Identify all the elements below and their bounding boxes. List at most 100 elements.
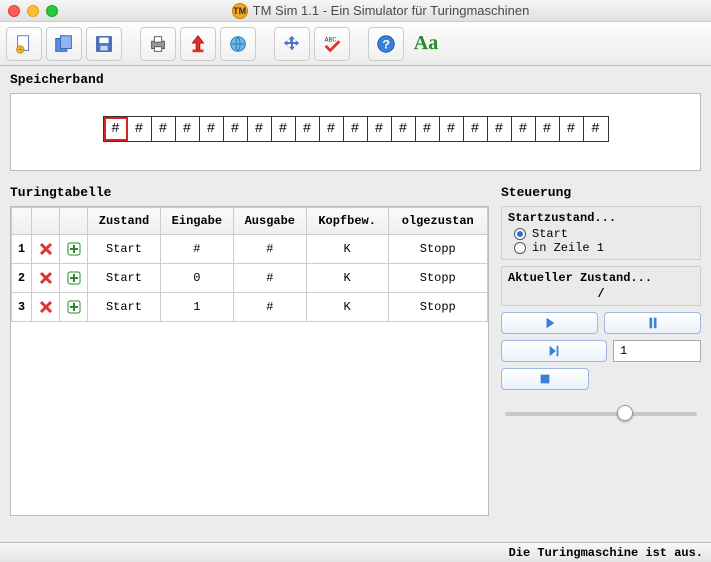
- table-row: 1Start##KStopp: [12, 235, 488, 264]
- tape-cell[interactable]: #: [512, 117, 536, 141]
- window-controls: [8, 5, 58, 17]
- tape-cell[interactable]: #: [536, 117, 560, 141]
- tape-cell[interactable]: #: [272, 117, 296, 141]
- cell-kopfbew[interactable]: K: [306, 235, 388, 264]
- table-row: 3 Start1#KStopp: [12, 293, 488, 322]
- move-button[interactable]: [274, 27, 310, 61]
- check-button[interactable]: ABC: [314, 27, 350, 61]
- help-button[interactable]: ?: [368, 27, 404, 61]
- tape-cell[interactable]: #: [128, 117, 152, 141]
- radio-start-label: Start: [532, 227, 568, 241]
- add-row-button[interactable]: [60, 293, 88, 322]
- radio-start[interactable]: Start: [514, 227, 694, 241]
- pdf-button[interactable]: [180, 27, 216, 61]
- control-section-title: Steuerung: [501, 185, 701, 200]
- cell-zustand[interactable]: Start: [88, 235, 161, 264]
- row-number: 2: [12, 264, 32, 293]
- delete-row-button[interactable]: [32, 235, 60, 264]
- cell-folgezustand[interactable]: Stopp: [388, 293, 487, 322]
- radio-line1-label: in Zeile 1: [532, 241, 604, 255]
- print-button[interactable]: [140, 27, 176, 61]
- turing-table-panel: ZustandEingabeAusgabeKopfbew.olgezustan …: [10, 206, 489, 516]
- svg-text:?: ?: [382, 37, 390, 52]
- row-number: 3: [12, 293, 32, 322]
- zoom-icon[interactable]: [46, 5, 58, 17]
- font-icon: Aa: [414, 32, 438, 55]
- radio-icon: [514, 228, 526, 240]
- tape-cell[interactable]: #: [248, 117, 272, 141]
- step-count-input[interactable]: [613, 340, 701, 362]
- tape-cell[interactable]: #: [320, 117, 344, 141]
- row-number: 1: [12, 235, 32, 264]
- current-state-value: /: [508, 287, 694, 301]
- table-header: Kopfbew.: [306, 208, 388, 235]
- tape-cell[interactable]: #: [104, 117, 128, 141]
- tape-section-title: Speicherband: [10, 72, 701, 87]
- step-button[interactable]: [501, 340, 607, 362]
- tape[interactable]: #####################: [103, 116, 609, 142]
- tape-cell[interactable]: #: [224, 117, 248, 141]
- delete-row-button[interactable]: [32, 293, 60, 322]
- tape-cell[interactable]: #: [296, 117, 320, 141]
- tape-cell[interactable]: #: [488, 117, 512, 141]
- save-button[interactable]: [86, 27, 122, 61]
- svg-text:ABC: ABC: [325, 36, 337, 43]
- current-state-group: Aktueller Zustand... /: [501, 266, 701, 306]
- window-title-text: TM Sim 1.1 - Ein Simulator für Turingmas…: [253, 3, 530, 18]
- cell-folgezustand[interactable]: Stopp: [388, 235, 487, 264]
- tape-panel: #####################: [10, 93, 701, 171]
- table-header: Eingabe: [160, 208, 233, 235]
- table-header: [12, 208, 32, 235]
- cell-zustand[interactable]: Start: [88, 264, 161, 293]
- add-row-button[interactable]: [60, 264, 88, 293]
- slider-track: [505, 412, 697, 416]
- cell-folgezustand[interactable]: Stopp: [388, 264, 487, 293]
- table-header: Zustand: [88, 208, 161, 235]
- cell-eingabe[interactable]: 0: [160, 264, 233, 293]
- stop-button[interactable]: [501, 368, 589, 390]
- cell-eingabe[interactable]: #: [160, 235, 233, 264]
- play-button[interactable]: [501, 312, 598, 334]
- cell-kopfbew[interactable]: K: [306, 264, 388, 293]
- minimize-icon[interactable]: [27, 5, 39, 17]
- speed-slider[interactable]: [501, 402, 701, 426]
- slider-thumb[interactable]: [617, 405, 633, 421]
- cell-kopfbew[interactable]: K: [306, 293, 388, 322]
- tape-cell[interactable]: #: [176, 117, 200, 141]
- cell-ausgabe[interactable]: #: [233, 293, 306, 322]
- tape-cell[interactable]: #: [368, 117, 392, 141]
- cell-eingabe[interactable]: 1: [160, 293, 233, 322]
- tape-cell[interactable]: #: [200, 117, 224, 141]
- new-button[interactable]: [6, 27, 42, 61]
- titlebar: TM TM Sim 1.1 - Ein Simulator für Turing…: [0, 0, 711, 22]
- current-state-label: Aktueller Zustand...: [508, 271, 694, 285]
- table-header: [60, 208, 88, 235]
- tape-cell[interactable]: #: [152, 117, 176, 141]
- table-header: Ausgabe: [233, 208, 306, 235]
- tape-cell[interactable]: #: [416, 117, 440, 141]
- delete-row-button[interactable]: [32, 264, 60, 293]
- tape-cell[interactable]: #: [560, 117, 584, 141]
- table-header: olgezustan: [388, 208, 487, 235]
- tape-cell[interactable]: #: [392, 117, 416, 141]
- tape-cell[interactable]: #: [464, 117, 488, 141]
- status-text: Die Turingmaschine ist aus.: [509, 546, 703, 560]
- cell-ausgabe[interactable]: #: [233, 264, 306, 293]
- open-button[interactable]: [46, 27, 82, 61]
- font-button[interactable]: Aa: [408, 27, 444, 61]
- tape-cell[interactable]: #: [440, 117, 464, 141]
- start-state-group: Startzustand... Start in Zeile 1: [501, 206, 701, 260]
- add-row-button[interactable]: [60, 235, 88, 264]
- cell-ausgabe[interactable]: #: [233, 235, 306, 264]
- tape-cell[interactable]: #: [344, 117, 368, 141]
- web-button[interactable]: [220, 27, 256, 61]
- tape-cell[interactable]: #: [584, 117, 608, 141]
- turing-table: ZustandEingabeAusgabeKopfbew.olgezustan …: [11, 207, 488, 322]
- pause-button[interactable]: [604, 312, 701, 334]
- window-title: TM TM Sim 1.1 - Ein Simulator für Turing…: [58, 3, 703, 19]
- table-row: 2 Start0#KStopp: [12, 264, 488, 293]
- cell-zustand[interactable]: Start: [88, 293, 161, 322]
- close-icon[interactable]: [8, 5, 20, 17]
- app-badge-icon: TM: [232, 3, 248, 19]
- radio-line1[interactable]: in Zeile 1: [514, 241, 694, 255]
